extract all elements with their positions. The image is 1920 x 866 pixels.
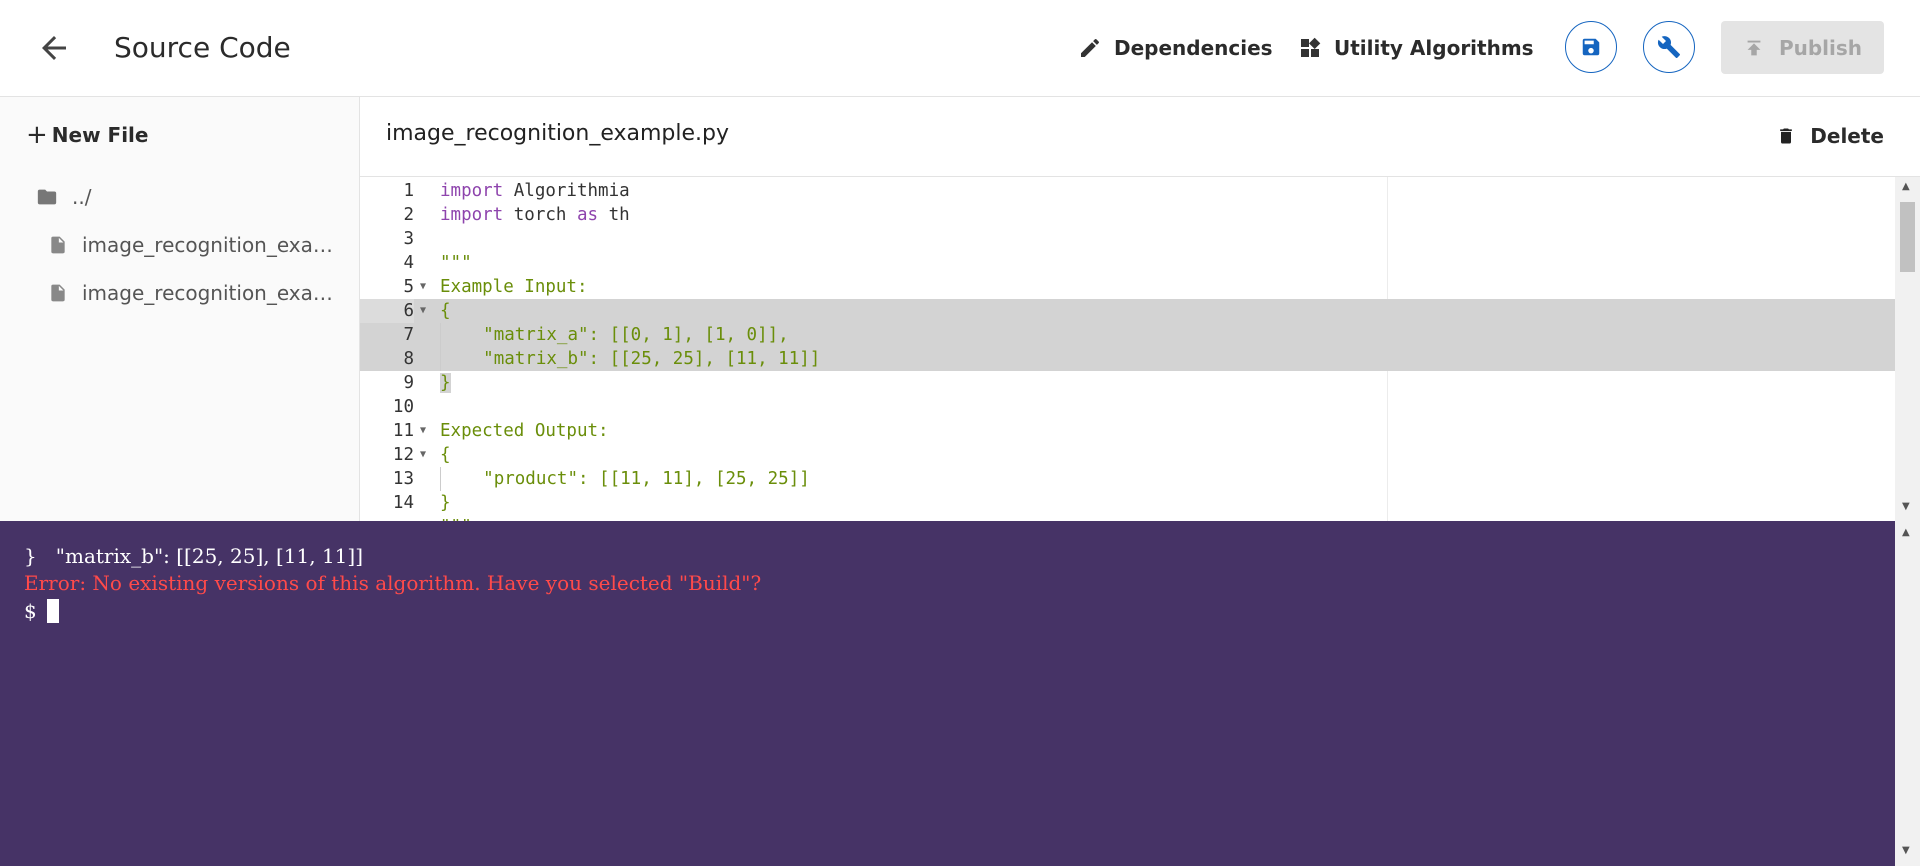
- string-token: {: [440, 445, 451, 465]
- keyword-token: import: [440, 181, 504, 201]
- code-token: th: [598, 205, 630, 225]
- fold-arrow-icon[interactable]: ▼: [420, 443, 430, 467]
- trash-icon: [1780, 128, 1793, 144]
- back-arrow-icon[interactable]: [36, 30, 72, 66]
- line-number: 10: [392, 397, 414, 417]
- file-tab-bar: image_recognition_example.py Delete: [360, 97, 1920, 177]
- line-number: 8: [403, 349, 414, 369]
- new-file-label: New File: [51, 123, 149, 147]
- code-editor[interactable]: 1 import Algorithmia 2 import torch as t…: [360, 177, 1895, 521]
- string-token: """: [440, 253, 472, 273]
- string-token: Expected Output:: [440, 421, 609, 441]
- line-number: 13: [392, 469, 414, 489]
- string-token: "matrix_b": [[25, 25], [11, 11]]: [483, 349, 821, 369]
- fold-arrow-icon[interactable]: ▼: [420, 419, 430, 443]
- line-number: 12: [392, 445, 414, 465]
- code-line[interactable]: 9 }: [360, 371, 1895, 395]
- line-number: 1: [403, 181, 414, 201]
- pencil-icon: [1081, 38, 1100, 57]
- file-item-label: image_recognition_example.py: [82, 233, 352, 257]
- code-token: Algorithmia: [503, 181, 630, 201]
- line-number: 14: [392, 493, 414, 513]
- floppy-disk-icon: [1582, 38, 1600, 56]
- publish-upload-icon: [1747, 40, 1761, 55]
- top-app-bar: Source Code Dependencies Utility Algorit…: [0, 0, 1920, 97]
- code-line[interactable]: 2 import torch as th: [360, 203, 1895, 227]
- code-line[interactable]: 14 }: [360, 491, 1895, 515]
- indent-guide: [440, 347, 441, 371]
- file-item[interactable]: image_recognition_example_test.py: [48, 281, 354, 305]
- wrench-icon: [1657, 36, 1680, 58]
- scroll-up-arrow-icon[interactable]: ▲: [1902, 181, 1910, 192]
- file-icon: [51, 284, 65, 302]
- plus-icon: +: [26, 120, 48, 150]
- utility-algorithms-button[interactable]: Utility Algorithms: [1298, 30, 1534, 66]
- code-line-selected[interactable]: 6 ▼ {: [360, 299, 1895, 323]
- line-number: 11: [392, 421, 414, 441]
- open-file-name: image_recognition_example.py: [386, 121, 730, 146]
- string-token: }: [440, 373, 451, 393]
- folder-icon: [37, 189, 57, 205]
- line-number: 2: [403, 205, 414, 225]
- code-line[interactable]: 12 ▼ {: [360, 443, 1895, 467]
- indent-guide: [440, 467, 441, 491]
- keyword-token: as: [576, 205, 599, 225]
- code-line[interactable]: 1 import Algorithmia: [360, 179, 1895, 203]
- string-token: "matrix_a": [[0, 1], [1, 0]],: [483, 325, 789, 345]
- string-token: "product": [[11, 11], [25, 25]]: [483, 469, 810, 489]
- parent-directory-item[interactable]: ../: [36, 185, 91, 209]
- editor-scrollbar[interactable]: ▲ ▼: [1895, 177, 1920, 521]
- publish-button[interactable]: Publish: [1721, 21, 1884, 74]
- terminal-output-line: } "matrix_b": [[25, 25], [11, 11]]: [24, 544, 364, 568]
- terminal-console[interactable]: } "matrix_b": [[25, 25], [11, 11]] Error…: [0, 521, 1895, 866]
- file-item[interactable]: image_recognition_example.py: [48, 233, 354, 257]
- scroll-up-arrow-icon[interactable]: ▲: [1902, 527, 1910, 538]
- line-number: 7: [403, 325, 414, 345]
- scroll-down-arrow-icon[interactable]: ▼: [1902, 501, 1910, 512]
- file-icon: [51, 236, 65, 254]
- code-line-selected[interactable]: 7 "matrix_a": [[0, 1], [1, 0]],: [360, 323, 1895, 347]
- parent-directory-label: ../: [72, 185, 92, 209]
- delete-label: Delete: [1810, 124, 1884, 148]
- code-token: torch: [503, 205, 577, 225]
- file-sidebar: + New File ../ image_recognition_example…: [0, 97, 360, 521]
- code-line[interactable]: 13 "product": [[11, 11], [25, 25]]: [360, 467, 1895, 491]
- code-line[interactable]: 11 ▼ Expected Output:: [360, 419, 1895, 443]
- save-button[interactable]: [1565, 21, 1617, 73]
- scroll-down-arrow-icon[interactable]: ▼: [1902, 845, 1910, 856]
- dependencies-button[interactable]: Dependencies: [1078, 30, 1273, 66]
- line-number: 5: [403, 277, 414, 297]
- line-number: 6: [360, 299, 414, 323]
- fold-arrow-icon[interactable]: ▼: [420, 275, 430, 299]
- delete-file-button[interactable]: Delete: [1776, 119, 1884, 153]
- indent-guide: [440, 323, 441, 347]
- dependencies-label: Dependencies: [1114, 36, 1273, 60]
- keyword-token: import: [440, 205, 504, 225]
- new-file-button[interactable]: + New File: [26, 120, 149, 150]
- terminal-scrollbar[interactable]: ▲ ▼: [1895, 521, 1920, 866]
- terminal-prompt: $: [24, 599, 37, 623]
- scrollbar-thumb[interactable]: [1900, 202, 1915, 272]
- publish-label: Publish: [1778, 35, 1863, 60]
- page-title: Source Code: [114, 31, 291, 64]
- line-number: 3: [403, 229, 414, 249]
- code-line[interactable]: 3: [360, 227, 1895, 251]
- build-button[interactable]: [1643, 21, 1695, 73]
- utility-algorithms-label: Utility Algorithms: [1334, 36, 1534, 60]
- terminal-error-line: Error: No existing versions of this algo…: [24, 571, 762, 595]
- terminal-prompt-line[interactable]: $: [24, 598, 59, 624]
- file-item-label: image_recognition_example_test.py: [82, 281, 352, 305]
- widgets-icon: [1301, 37, 1321, 57]
- fold-arrow-icon[interactable]: ▼: [420, 299, 430, 323]
- terminal-cursor: [46, 599, 59, 623]
- code-line-selected[interactable]: 8 "matrix_b": [[25, 25], [11, 11]]: [360, 347, 1895, 371]
- string-token: Example Input:: [440, 277, 588, 297]
- line-number: 9: [403, 373, 414, 393]
- code-line[interactable]: 4 """: [360, 251, 1895, 275]
- code-line[interactable]: 5 ▼ Example Input:: [360, 275, 1895, 299]
- string-token: {: [440, 301, 451, 321]
- string-token: }: [440, 493, 451, 513]
- code-line[interactable]: 10: [360, 395, 1895, 419]
- line-number: 4: [403, 253, 414, 273]
